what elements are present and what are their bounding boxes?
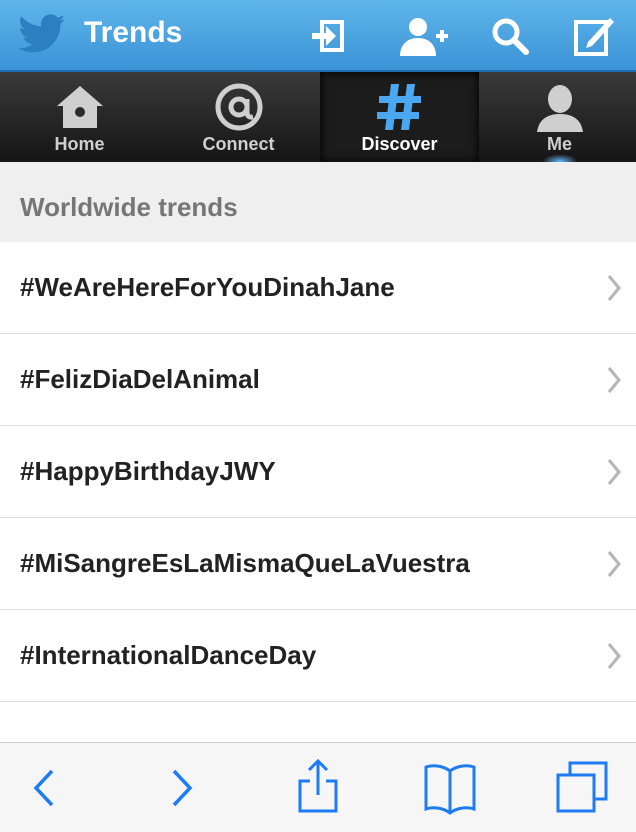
chevron-right-icon xyxy=(607,551,621,577)
compose-icon[interactable] xyxy=(572,14,616,58)
page-title: Trends xyxy=(84,16,183,49)
tab-me[interactable]: Me xyxy=(480,72,636,162)
notification-glow xyxy=(541,154,578,162)
tab-discover-label: Discover xyxy=(361,134,438,154)
trend-label: #MiSangreEsLaMismaQueLaVuestra xyxy=(20,548,470,578)
tab-me-label: Me xyxy=(546,134,572,154)
bookmarks-icon[interactable] xyxy=(420,757,480,817)
sign-in-icon[interactable] xyxy=(306,14,350,58)
trend-row[interactable]: #FelizDiaDelAnimal xyxy=(0,334,636,426)
trend-row[interactable]: #HappyBirthdayJWY xyxy=(0,426,636,518)
trend-label: #WeAreHereForYouDinahJane xyxy=(20,272,395,302)
chevron-right-icon xyxy=(607,459,621,485)
tabs-icon[interactable] xyxy=(552,757,612,817)
tab-home[interactable]: Home xyxy=(0,72,159,162)
share-icon[interactable] xyxy=(288,757,348,817)
trend-row[interactable]: #WeAreHereForYouDinahJane xyxy=(0,242,636,334)
trend-label: #FelizDiaDelAnimal xyxy=(20,364,260,394)
section-title: Worldwide trends xyxy=(20,192,238,222)
top-header: Trends xyxy=(0,0,636,72)
chevron-right-icon xyxy=(607,367,621,393)
trend-row[interactable]: #InternationalDanceDay xyxy=(0,610,636,702)
person-icon xyxy=(536,85,583,132)
tab-connect-label: Connect xyxy=(202,134,275,154)
tab-connect[interactable]: Connect xyxy=(159,72,318,162)
home-icon xyxy=(56,86,103,128)
browser-toolbar xyxy=(0,742,636,832)
tab-discover[interactable]: Discover xyxy=(320,72,479,162)
tab-home-label: Home xyxy=(54,134,105,154)
trend-row[interactable]: #MiSangreEsLaMismaQueLaVuestra xyxy=(0,518,636,610)
hashtag-icon xyxy=(376,84,421,130)
trend-label: #HappyBirthdayJWY xyxy=(20,456,276,486)
trend-list: #WeAreHereForYouDinahJane #FelizDiaDelAn… xyxy=(0,242,636,702)
section-header: Worldwide trends xyxy=(0,162,636,243)
search-icon[interactable] xyxy=(488,14,532,58)
forward-icon[interactable] xyxy=(152,757,212,817)
back-icon[interactable] xyxy=(14,757,74,817)
twitter-bird-icon xyxy=(18,14,65,53)
add-user-icon[interactable] xyxy=(398,14,452,58)
chevron-right-icon xyxy=(607,643,621,669)
trend-label: #InternationalDanceDay xyxy=(20,640,317,670)
chevron-right-icon xyxy=(607,275,621,301)
tab-bar: Home Connect Discover Me xyxy=(0,72,636,162)
at-icon xyxy=(215,83,262,131)
